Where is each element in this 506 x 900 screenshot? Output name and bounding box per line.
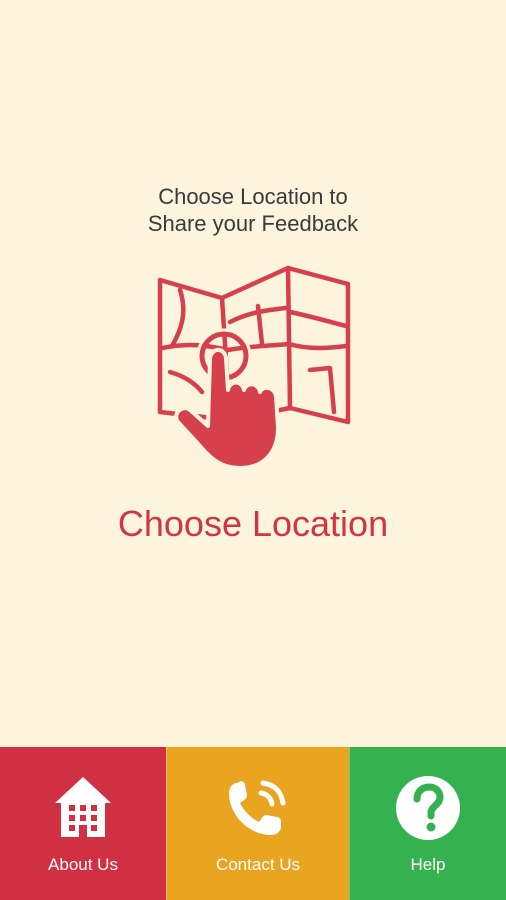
prompt-line-1: Choose Location to — [158, 184, 348, 209]
about-us-label: About Us — [48, 855, 118, 874]
contact-us-label: Contact Us — [215, 855, 301, 874]
building-icon — [55, 777, 111, 837]
contact-us-button[interactable]: Contact Us — [166, 747, 349, 900]
map-tap-icon[interactable] — [150, 262, 360, 472]
prompt-line-2: Share your Feedback — [147, 211, 359, 236]
help-button[interactable]: Help — [349, 747, 506, 900]
about-us-button[interactable]: About Us — [0, 747, 166, 900]
choose-location-button[interactable]: Choose Location — [0, 500, 506, 548]
bottom-nav: About Us Contact Us Help — [0, 747, 506, 900]
phone-icon — [229, 780, 286, 835]
help-icon — [396, 776, 460, 840]
help-label: Help — [410, 855, 446, 874]
location-prompt: Choose Location to Share your Feedback — [0, 183, 506, 237]
